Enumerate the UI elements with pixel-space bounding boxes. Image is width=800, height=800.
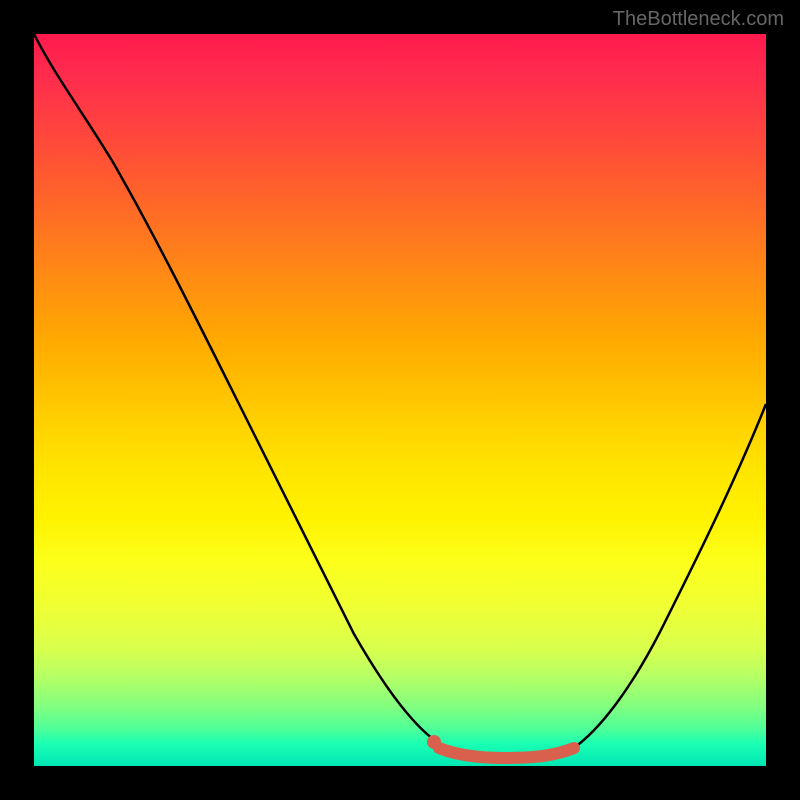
bottleneck-curve [34,34,766,756]
highlight-dot [427,735,441,749]
watermark-text: TheBottleneck.com [613,8,784,31]
highlight-band [439,748,574,758]
chart-plot-area [34,34,766,766]
chart-svg [34,34,766,766]
